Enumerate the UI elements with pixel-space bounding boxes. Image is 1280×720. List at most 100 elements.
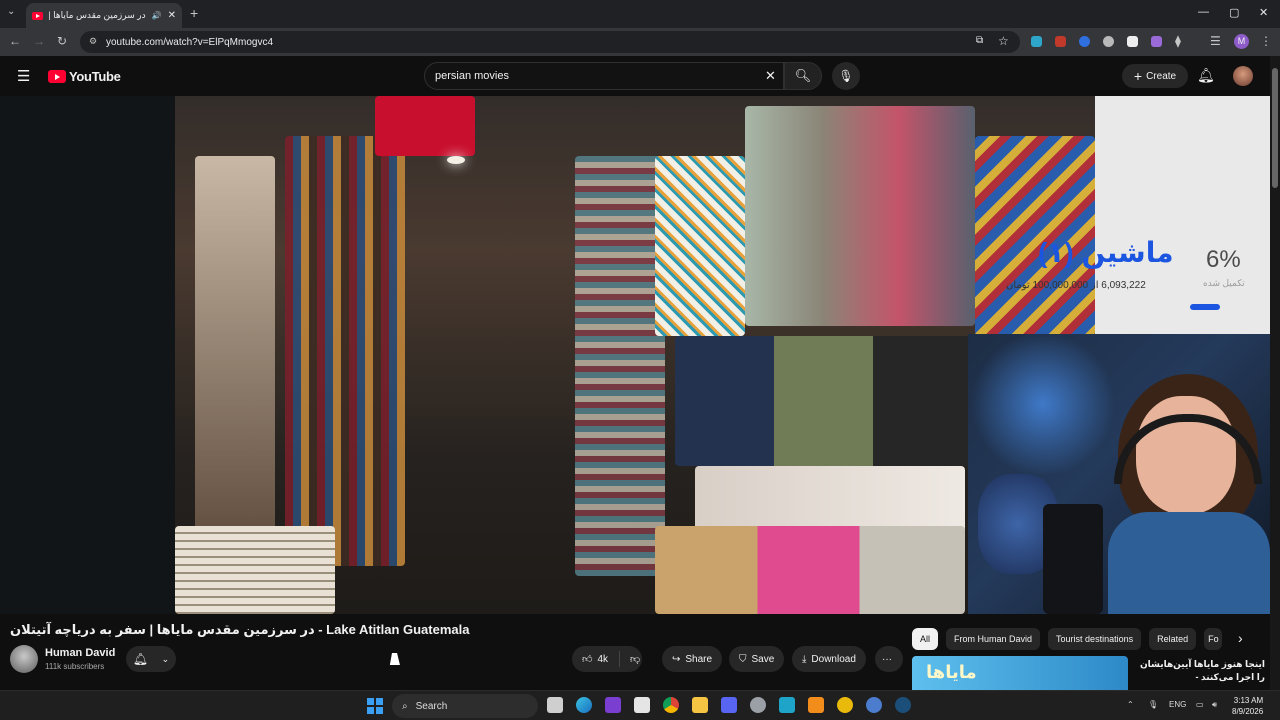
save-button[interactable]: ⛉ Save [729,646,785,672]
bell-icon: 🔔︎ [132,652,149,666]
recommended-video-thumbnail[interactable]: مایاها [912,656,1128,690]
subscription-bell-button[interactable]: 🔔︎ ⌄ [126,646,176,672]
chip-all[interactable]: All [912,628,939,650]
extension-icon-5[interactable] [1127,36,1138,47]
webcam-person-shirt [1108,512,1270,614]
chrome-icon[interactable] [663,697,679,713]
browser-menu-icon[interactable]: ⋮ [1260,34,1272,48]
app-v-icon[interactable] [779,697,795,713]
task-view-icon[interactable] [547,697,563,713]
extension-icon-4[interactable] [1103,36,1114,47]
taskbar-search[interactable]: ⌕ Search [392,694,538,718]
video-title: در سرزمین مقدس مایاها | سفر به دریاچه آت… [10,622,470,637]
chevron-down-icon: ⌄ [161,653,170,664]
new-tab-button[interactable]: + [190,5,198,21]
extensions-puzzle-icon[interactable]: ⧫ [1175,34,1181,48]
donation-progress-label: تکمیل شده [1203,278,1245,288]
search-button[interactable]: 🔍︎ [784,62,822,90]
extension-icon-6[interactable] [1151,36,1162,47]
hamburger-menu-icon[interactable]: ☰ [17,67,30,85]
chevron-right-icon[interactable]: › [1238,630,1243,646]
file-explorer-icon[interactable] [692,697,708,713]
search-icon: 🔍︎ [794,68,812,83]
minimize-button[interactable]: — [1198,6,1209,18]
app-unity-icon[interactable] [634,697,650,713]
browser-tab-active[interactable]: در سرزمین مقدس مایاها | سف... 🔊 ✕ [26,3,182,28]
taskbar-clock[interactable]: 3:13 AM 8/9/2026 [1232,695,1263,717]
download-icon: ⤓ [802,653,807,665]
tray-overflow-icon[interactable]: ⌃ [1127,700,1134,709]
red-shirt [375,96,475,156]
steam-icon[interactable] [895,697,911,713]
skirts-display [675,336,975,466]
back-arrow-icon[interactable]: ← [9,34,21,48]
more-horizontal-icon: ··· [882,653,892,665]
recommended-video-title[interactable]: اینجا هنوز مایاها آیین‌هایشان را اجرا می… [1133,658,1265,684]
account-avatar[interactable] [1233,66,1253,86]
voice-search-button[interactable]: 🎙︎ [832,62,860,90]
close-window-button[interactable]: ✕ [1259,6,1268,19]
reload-icon[interactable]: ↻ [57,34,67,48]
windows-taskbar: ⌕ Search ⌃ 🎙︎ ENG ▭ 🔊︎ 3:13 AM 8/9/2026 [0,690,1280,720]
volume-icon[interactable]: 🔊︎ [1212,700,1217,710]
network-icon[interactable]: ▭ [1196,700,1204,709]
site-info-icon[interactable]: ⚙ [89,36,97,47]
more-actions-button[interactable]: ··· [875,646,903,672]
download-button[interactable]: ⤓ Download [792,646,866,672]
profile-avatar[interactable]: M [1234,34,1249,49]
donation-progress-percent: 6% [1206,246,1241,273]
webcam-light-glow [968,334,1118,474]
chip-tourist-destinations[interactable]: Tourist destinations [1048,628,1142,650]
clear-search-icon[interactable]: ✕ [765,68,776,84]
search-input[interactable]: persian movies ✕ [424,62,784,90]
search-icon: ⌕ [402,700,408,712]
language-indicator[interactable]: ENG [1169,700,1186,709]
share-button[interactable]: ↪ Share [662,646,723,672]
donation-goal-title: ماشین (۱) [1038,237,1175,268]
youtube-logo[interactable]: YouTube [48,69,121,84]
discord-icon[interactable] [721,697,737,713]
app-blue-icon[interactable] [866,697,882,713]
extension-icon-2[interactable] [1055,36,1066,47]
clock-date: 8/9/2026 [1232,707,1264,716]
tab-search-icon[interactable]: ⌄ [7,6,15,17]
page-scrollbar[interactable] [1270,56,1280,690]
subscriber-count: 111k subscribers [45,662,105,671]
extension-icon-1[interactable] [1031,36,1042,47]
notifications-bell-icon[interactable]: 🔔︎ [1197,67,1215,84]
channel-name[interactable]: Human David [45,647,115,659]
extension-icon-3[interactable] [1079,36,1090,47]
address-bar[interactable]: ⚙ youtube.com/watch?v=ElPqMmogvc4 ⧉ ☆ [80,31,1020,53]
mouse-cursor-icon [389,653,403,665]
windows-start-icon[interactable] [367,698,383,714]
restore-button[interactable]: ▢ [1229,6,1239,19]
forward-arrow-icon[interactable]: → [33,34,45,48]
streamer-webcam [968,334,1270,614]
app-yellow-icon[interactable] [837,697,853,713]
settings-app-icon[interactable] [750,697,766,713]
embroidered-pillows [655,526,965,614]
download-label: Download [811,653,856,665]
tray-mic-icon[interactable]: 🎙︎ [1148,700,1158,709]
share-label: Share [685,653,713,665]
create-label: Create [1146,70,1177,82]
dislike-button[interactable]: 👎︎ [622,646,656,672]
chip-from-channel[interactable]: From Human David [946,628,1041,650]
create-button[interactable]: + Create [1122,64,1188,88]
tab-close-icon[interactable]: ✕ [168,10,176,21]
chip-related[interactable]: Related [1149,628,1197,650]
app-r-icon[interactable] [605,697,621,713]
reading-list-icon[interactable]: ☰ [1210,34,1221,48]
scrollbar-thumb[interactable] [1272,68,1278,188]
video-player[interactable]: ماشین (۱) 6,093,222 از 100,000,000 تومان… [0,96,1270,614]
app-orange-icon[interactable] [808,697,824,713]
channel-avatar[interactable] [10,645,38,673]
youtube-favicon-icon [32,11,43,20]
edge-icon[interactable] [576,697,592,713]
share-icon: ↪ [672,653,681,665]
cast-icon[interactable]: ⧉ [976,35,983,46]
taskbar-search-label: Search [415,700,448,712]
bookmark-star-icon[interactable]: ☆ [998,34,1009,48]
speaker-icon: 🔊 [151,11,162,20]
chip-truncated[interactable]: Fo [1204,628,1223,650]
